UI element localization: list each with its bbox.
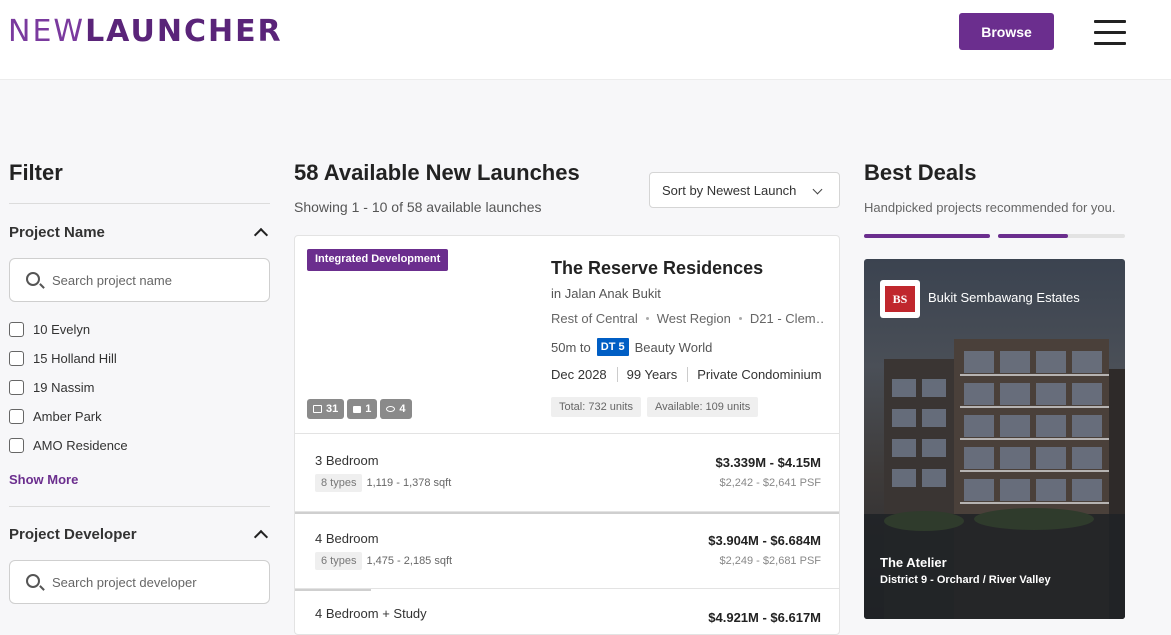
search-icon — [26, 574, 40, 588]
checkbox[interactable] — [9, 380, 24, 395]
project-location: in Jalan Anak Bukit — [551, 286, 661, 301]
checkbox[interactable] — [9, 322, 24, 337]
project-title[interactable]: The Reserve Residences — [551, 258, 763, 279]
filter-title: Filter — [9, 160, 63, 185]
hamburger-menu-icon[interactable] — [1094, 20, 1126, 46]
unit-counts: Total: 732 units Available: 109 units — [551, 397, 759, 417]
project-developer-search[interactable] — [9, 560, 270, 604]
total-units-tag: Total: 732 units — [551, 397, 641, 417]
deal-project-name: The Atelier — [880, 555, 947, 570]
chevron-down-icon — [812, 184, 823, 195]
project-name-search-input[interactable] — [52, 269, 257, 291]
project-name-options: 10 Evelyn 15 Holland Hill 19 Nassim Ambe… — [9, 315, 270, 460]
best-deals-title: Best Deals — [864, 160, 977, 185]
divider — [9, 203, 270, 204]
listing-card[interactable]: Integrated Development 31 1 4 The Reserv… — [294, 235, 840, 635]
project-developer-section-header[interactable]: Project Developer — [9, 524, 270, 544]
photos-pill[interactable]: 31 — [307, 399, 345, 419]
project-option[interactable]: AMO Residence — [9, 431, 270, 460]
project-name-section-title: Project Name — [9, 223, 105, 241]
project-region: Rest of Central West Region D21 - Clem… — [551, 311, 825, 326]
page-title: 58 Available New Launches — [294, 160, 580, 185]
project-option[interactable]: 10 Evelyn — [9, 315, 270, 344]
chevron-up-icon[interactable] — [253, 529, 269, 544]
top-date: Dec 2028 — [551, 367, 618, 382]
row-progress-bar — [295, 589, 372, 591]
carousel-indicator[interactable] — [998, 234, 1125, 238]
project-developer-section-title: Project Developer — [9, 525, 137, 543]
project-option[interactable]: 15 Holland Hill — [9, 344, 270, 373]
deal-project-location: District 9 - Orchard / River Valley — [880, 574, 1051, 586]
results-count: Showing 1 - 10 of 58 available launches — [294, 199, 542, 215]
developer-logo: BS — [880, 280, 920, 318]
unit-type-row[interactable]: 4 Bedroom + Study $4.921M - $6.617M — [295, 588, 839, 634]
videos-pill[interactable]: 1 — [347, 399, 378, 419]
unit-type-row[interactable]: 3 Bedroom 8 types 1,119 - 1,378 sqft $3.3… — [295, 433, 839, 511]
top-header: NEWLAUNCHER Browse — [0, 0, 1171, 80]
search-icon — [26, 272, 40, 286]
carousel-progress-fill — [998, 234, 1068, 238]
project-developer-search-input[interactable] — [52, 571, 257, 593]
filter-panel: Filter Project Name 10 Evelyn 15 Holland… — [9, 160, 270, 604]
listing-badge: Integrated Development — [307, 249, 449, 271]
checkbox[interactable] — [9, 438, 24, 453]
project-meta: Dec 2028 99 Years Private Condominium — [551, 367, 839, 382]
video-camera-icon — [353, 405, 362, 413]
available-units-tag: Available: 109 units — [647, 397, 759, 417]
carousel-indicator-active[interactable] — [864, 234, 990, 238]
mrt-line-tag: DT 5 — [596, 338, 629, 356]
tenure: 99 Years — [627, 367, 689, 382]
unit-type-row[interactable]: 4 Bedroom 6 types 1,475 - 2,185 sqft $3.9… — [295, 511, 839, 589]
project-name-search[interactable] — [9, 258, 270, 302]
row-progress-bar — [295, 512, 839, 514]
site-logo[interactable]: NEWLAUNCHER — [8, 14, 283, 49]
media-counts: 31 1 4 — [307, 399, 412, 419]
sort-dropdown[interactable]: Sort by Newest Launch — [649, 172, 840, 208]
property-type: Private Condominium — [697, 367, 822, 382]
virtual-tour-icon — [386, 406, 396, 412]
project-name-section-header[interactable]: Project Name — [9, 222, 270, 242]
developer-name: Bukit Sembawang Estates — [928, 290, 1080, 305]
image-icon — [313, 405, 322, 413]
project-option[interactable]: 19 Nassim — [9, 373, 270, 402]
nearest-mrt: 50m to DT 5 Beauty World — [551, 338, 713, 356]
best-deals-subtitle: Handpicked projects recommended for you. — [864, 200, 1116, 215]
best-deal-card[interactable]: BS Bukit Sembawang Estates The Atelier D… — [864, 259, 1125, 619]
sort-label: Sort by Newest Launch — [662, 183, 797, 198]
tours-pill[interactable]: 4 — [380, 399, 412, 419]
checkbox[interactable] — [9, 351, 24, 366]
checkbox[interactable] — [9, 409, 24, 424]
show-more-link[interactable]: Show More — [9, 472, 270, 487]
divider — [9, 506, 270, 507]
chevron-up-icon[interactable] — [253, 227, 269, 242]
browse-button[interactable]: Browse — [959, 13, 1054, 50]
project-option[interactable]: Amber Park — [9, 402, 270, 431]
